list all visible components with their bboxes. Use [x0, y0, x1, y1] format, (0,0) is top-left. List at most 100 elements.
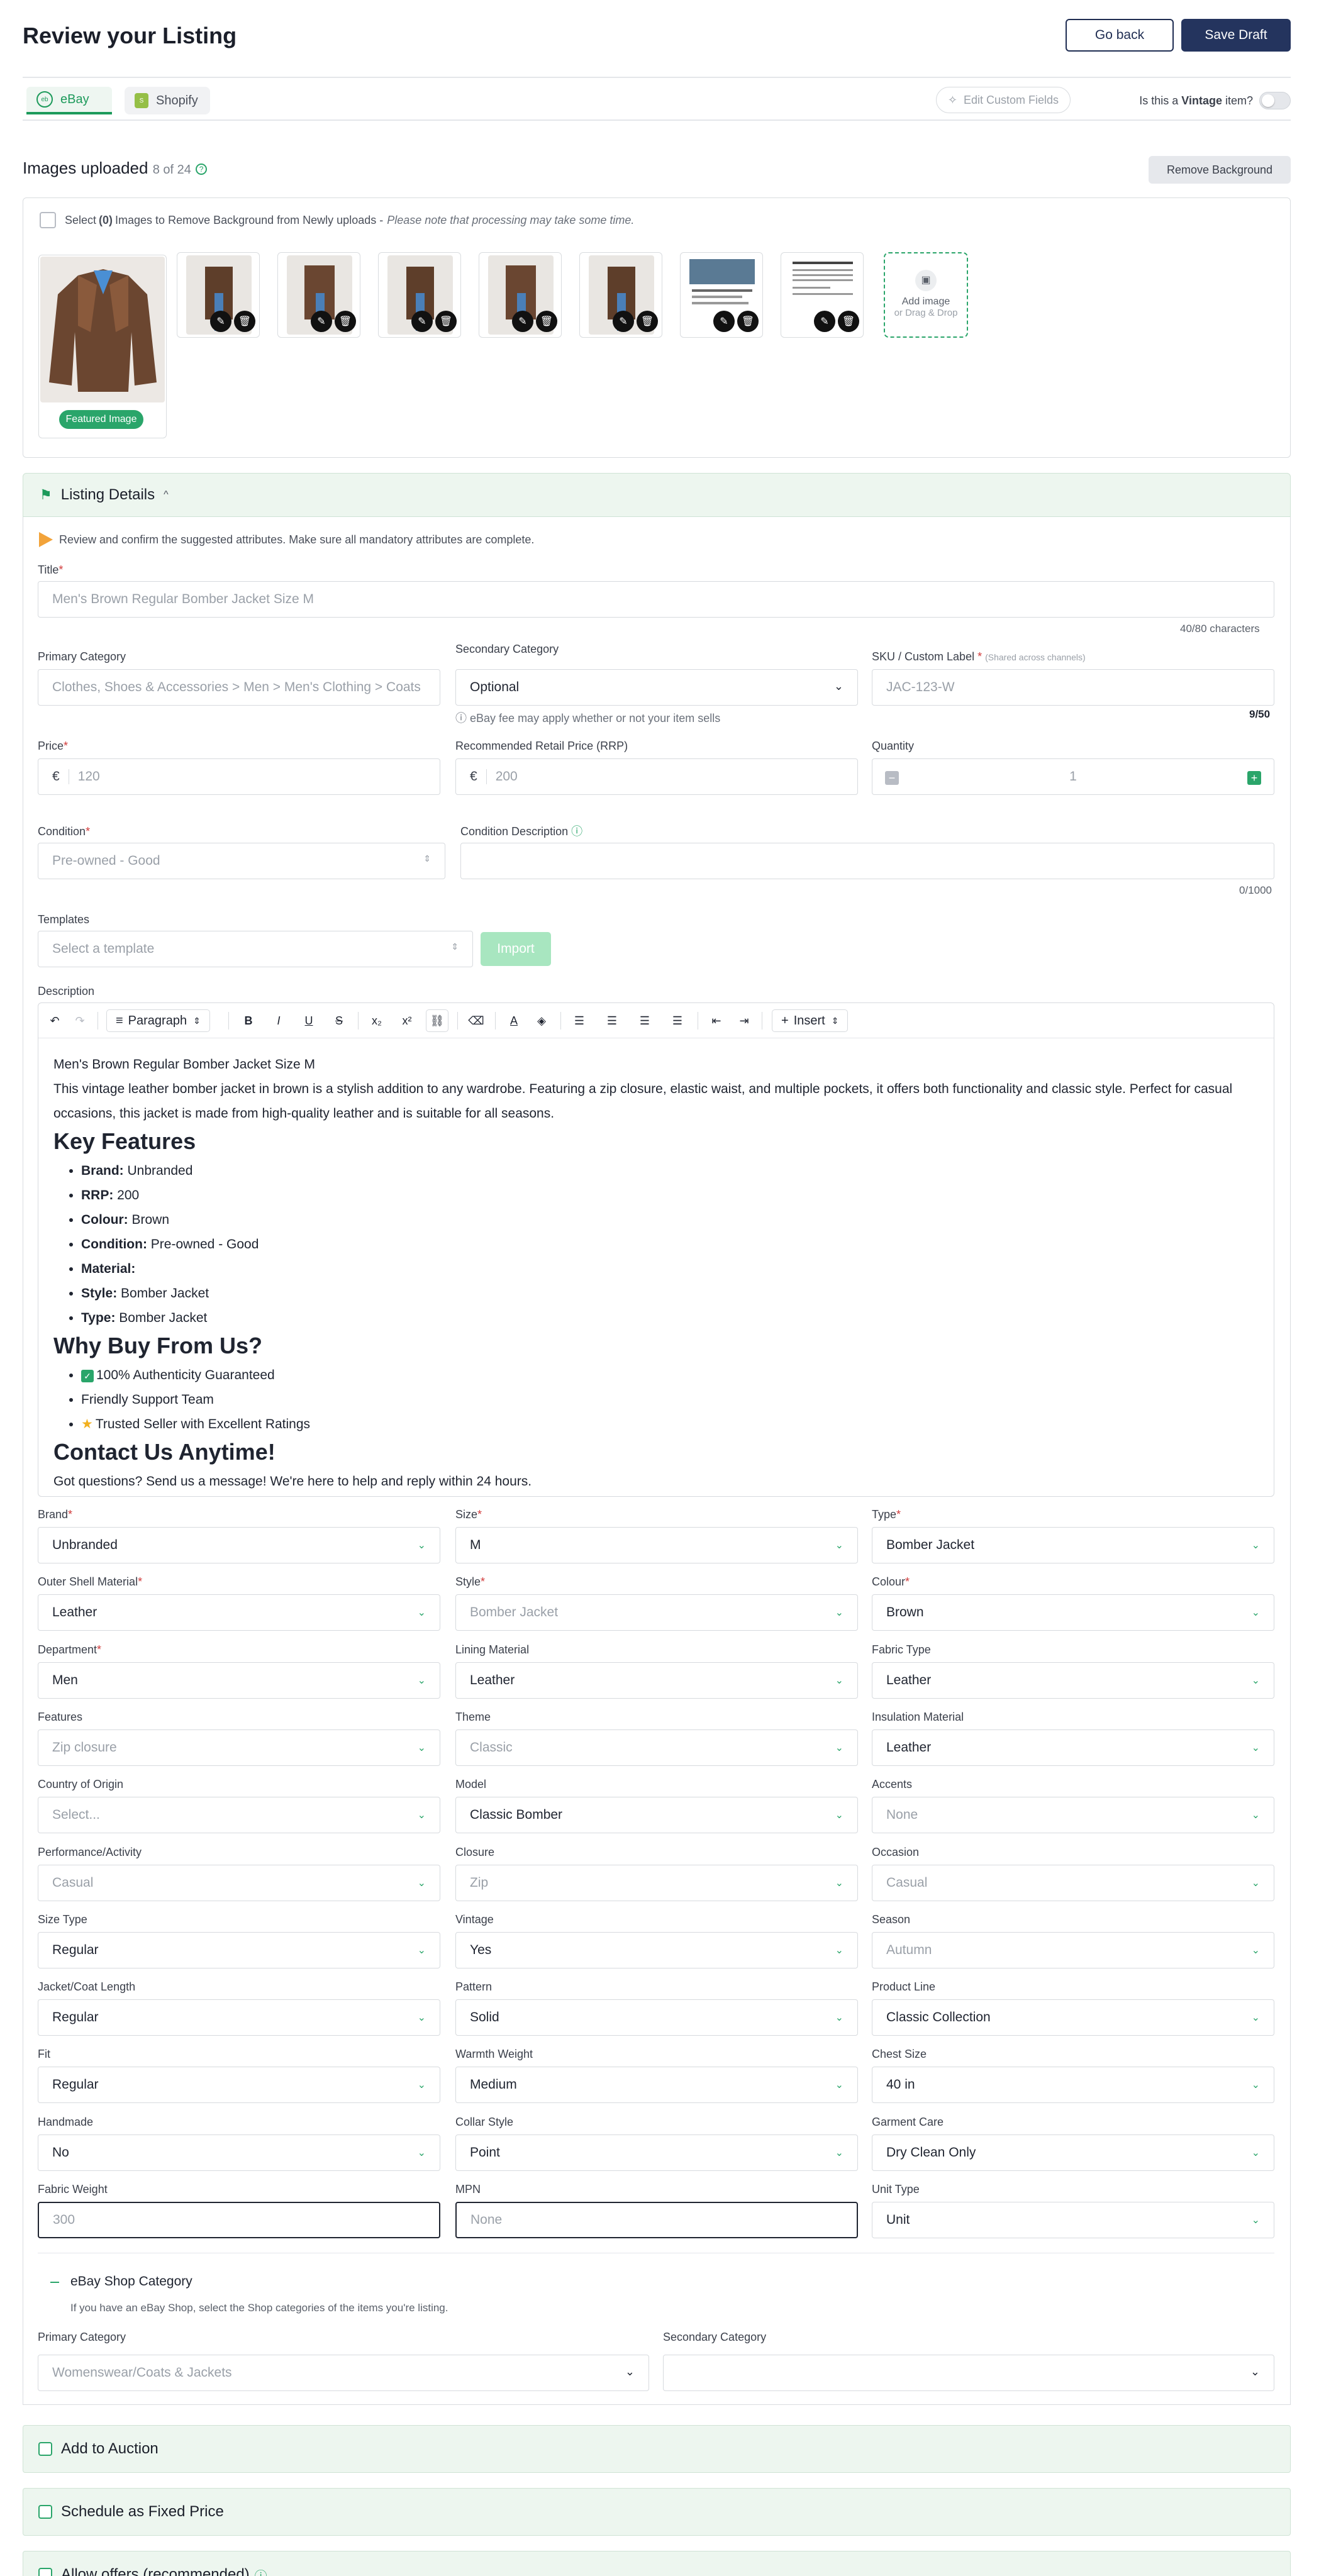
- image-tile[interactable]: ✎ 🗑: [277, 252, 360, 338]
- text-color-icon[interactable]: A: [503, 1009, 525, 1032]
- save-draft-button[interactable]: Save Draft: [1181, 19, 1291, 52]
- add-image-tile[interactable]: ▣ Add image or Drag & Drop: [884, 252, 968, 338]
- sku-input[interactable]: JAC-123-W: [872, 669, 1274, 706]
- fit-select[interactable]: Regular ⌄: [38, 2067, 440, 2103]
- season-select[interactable]: Autumn ⌄: [872, 1932, 1274, 1968]
- bold-icon[interactable]: B: [237, 1009, 260, 1032]
- tab-ebay[interactable]: eb eBay: [26, 87, 112, 114]
- auction-checkbox[interactable]: [38, 2442, 52, 2456]
- performance-activity-select[interactable]: Casual ⌄: [38, 1865, 440, 1901]
- info-icon[interactable]: ⓘ: [571, 825, 582, 838]
- allow-offers-panel[interactable]: Allow offers (recommended) ⓘ: [23, 2551, 1291, 2576]
- colour-select[interactable]: Brown ⌄: [872, 1594, 1274, 1631]
- mpn-input[interactable]: None: [455, 2202, 858, 2238]
- condition-select[interactable]: Pre-owned - Good ⇕: [38, 843, 445, 879]
- shop-primary-select[interactable]: Womenswear/Coats & Jackets ⌄: [38, 2355, 649, 2391]
- featured-image-tile[interactable]: Featured Image: [38, 255, 167, 438]
- trash-icon[interactable]: 🗑: [335, 311, 356, 332]
- type-select[interactable]: Bomber Jacket ⌄: [872, 1527, 1274, 1563]
- brand-select[interactable]: Unbranded ⌄: [38, 1527, 440, 1563]
- fabric-weight-input[interactable]: 300: [38, 2202, 440, 2238]
- edit-icon[interactable]: ✎: [512, 311, 533, 332]
- shop-secondary-select[interactable]: ⌄: [663, 2355, 1274, 2391]
- schedule-checkbox[interactable]: [38, 2505, 52, 2519]
- secondary-category-select[interactable]: Optional ⌄: [455, 669, 858, 706]
- closure-select[interactable]: Zip ⌄: [455, 1865, 858, 1901]
- features-select[interactable]: Zip closure ⌄: [38, 1729, 440, 1766]
- align-right-icon[interactable]: ☰: [633, 1009, 656, 1032]
- listing-details-header[interactable]: ⚑ Listing Details ^: [23, 473, 1291, 517]
- offers-checkbox[interactable]: [38, 2568, 52, 2576]
- outer-shell-material-select[interactable]: Leather ⌄: [38, 1594, 440, 1631]
- minus-icon[interactable]: −: [885, 771, 899, 785]
- insert-button[interactable]: + Insert ⇕: [772, 1009, 849, 1032]
- align-left-icon[interactable]: ☰: [568, 1009, 591, 1032]
- trash-icon[interactable]: 🗑: [435, 311, 457, 332]
- indent-icon[interactable]: ⇥: [733, 1009, 755, 1032]
- size-type-select[interactable]: Regular ⌄: [38, 1932, 440, 1968]
- trash-icon[interactable]: 🗑: [737, 311, 759, 332]
- edit-icon[interactable]: ✎: [613, 311, 634, 332]
- superscript-icon[interactable]: x²: [396, 1009, 418, 1032]
- edit-custom-fields-button[interactable]: ✧ Edit Custom Fields: [935, 87, 1071, 113]
- garment-care-select[interactable]: Dry Clean Only ⌄: [872, 2135, 1274, 2171]
- import-button[interactable]: Import: [481, 932, 551, 966]
- trash-icon[interactable]: 🗑: [637, 311, 658, 332]
- lining-material-select[interactable]: Leather ⌄: [455, 1662, 858, 1699]
- image-tile[interactable]: ✎ 🗑: [781, 252, 864, 338]
- tab-shopify[interactable]: S Shopify: [125, 87, 210, 114]
- description-editor[interactable]: ↶ ↷ ≡ Paragraph ⇕ B I U S x₂ x² ⛓ ⌫ A ◈ ☰ …: [38, 1002, 1274, 1497]
- trash-icon[interactable]: 🗑: [234, 311, 255, 332]
- vintage-select[interactable]: Yes ⌄: [455, 1932, 858, 1968]
- eraser-icon[interactable]: ⌫: [465, 1009, 487, 1032]
- subscript-icon[interactable]: x₂: [365, 1009, 388, 1032]
- go-back-button[interactable]: Go back: [1066, 19, 1174, 52]
- edit-icon[interactable]: ✎: [814, 311, 835, 332]
- condition-description-input[interactable]: [460, 843, 1274, 879]
- select-all-checkbox[interactable]: [40, 212, 56, 228]
- image-tile[interactable]: ✎ 🗑: [177, 252, 260, 338]
- primary-category-input[interactable]: Clothes, Shoes & Accessories > Men > Men…: [38, 669, 440, 706]
- product-line-select[interactable]: Classic Collection ⌄: [872, 1999, 1274, 2036]
- templates-select[interactable]: Select a template ⇕: [38, 931, 473, 967]
- style-select[interactable]: Bomber Jacket ⌄: [455, 1594, 858, 1631]
- info-icon[interactable]: ?: [196, 164, 208, 175]
- edit-icon[interactable]: ✎: [713, 311, 735, 332]
- price-input[interactable]: €120: [38, 758, 440, 795]
- edit-icon[interactable]: ✎: [311, 311, 332, 332]
- fabric-type-select[interactable]: Leather ⌄: [872, 1662, 1274, 1699]
- image-tile[interactable]: ✎ 🗑: [378, 252, 461, 338]
- rrp-input[interactable]: €200: [455, 758, 858, 795]
- outdent-icon[interactable]: ⇤: [705, 1009, 728, 1032]
- insulation-material-select[interactable]: Leather ⌄: [872, 1729, 1274, 1766]
- description-content[interactable]: Men's Brown Regular Bomber Jacket Size M…: [53, 1052, 1261, 1494]
- title-input[interactable]: Men's Brown Regular Bomber Jacket Size M: [38, 581, 1274, 618]
- handmade-select[interactable]: No ⌄: [38, 2135, 440, 2171]
- model-select[interactable]: Classic Bomber ⌄: [455, 1797, 858, 1833]
- unit-type-select[interactable]: Unit ⌄: [872, 2202, 1274, 2238]
- align-center-icon[interactable]: ☰: [601, 1009, 623, 1032]
- size-select[interactable]: M ⌄: [455, 1527, 858, 1563]
- align-justify-icon[interactable]: ☰: [666, 1009, 689, 1032]
- occasion-select[interactable]: Casual ⌄: [872, 1865, 1274, 1901]
- edit-icon[interactable]: ✎: [210, 311, 231, 332]
- add-to-auction-panel[interactable]: Add to Auction: [23, 2425, 1291, 2473]
- image-tile[interactable]: ✎ 🗑: [479, 252, 562, 338]
- link-icon[interactable]: ⛓: [426, 1009, 448, 1032]
- paragraph-select[interactable]: ≡ Paragraph ⇕: [106, 1009, 210, 1032]
- trash-icon[interactable]: 🗑: [838, 311, 859, 332]
- collar-style-select[interactable]: Point ⌄: [455, 2135, 858, 2171]
- edit-icon[interactable]: ✎: [411, 311, 433, 332]
- department-select[interactable]: Men ⌄: [38, 1662, 440, 1699]
- undo-icon[interactable]: ↶: [43, 1009, 66, 1032]
- plus-icon[interactable]: +: [1247, 771, 1261, 785]
- schedule-fixed-price-panel[interactable]: Schedule as Fixed Price: [23, 2488, 1291, 2536]
- pattern-select[interactable]: Solid ⌄: [455, 1999, 858, 2036]
- redo-icon[interactable]: ↷: [69, 1009, 91, 1032]
- vintage-toggle[interactable]: [1259, 92, 1291, 109]
- underline-icon[interactable]: U: [298, 1009, 320, 1032]
- collapse-icon[interactable]: [50, 2282, 59, 2283]
- theme-select[interactable]: Classic ⌄: [455, 1729, 858, 1766]
- warmth-weight-select[interactable]: Medium ⌄: [455, 2067, 858, 2103]
- trash-icon[interactable]: 🗑: [536, 311, 557, 332]
